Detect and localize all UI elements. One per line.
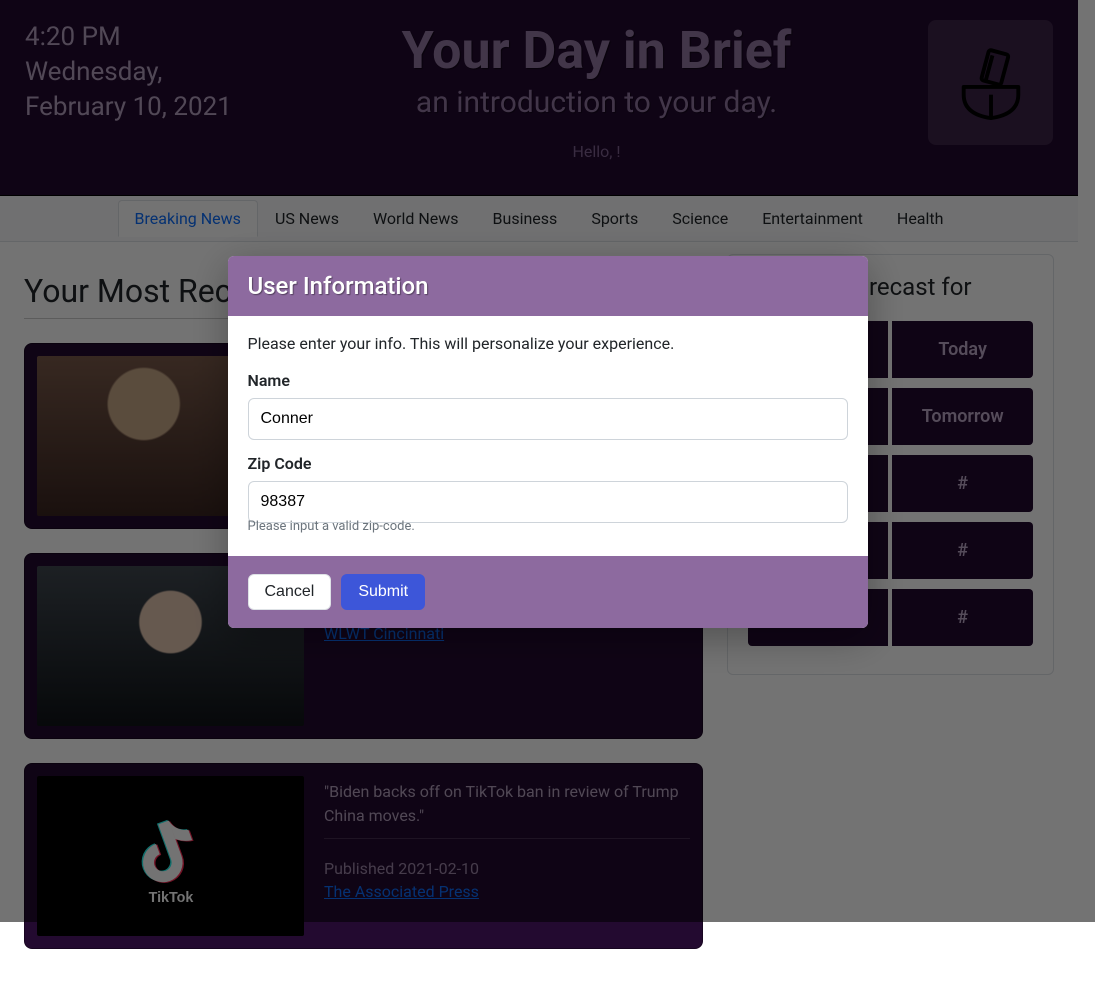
name-input[interactable] xyxy=(248,398,848,440)
modal-title: User Information xyxy=(228,256,868,316)
name-label: Name xyxy=(248,371,848,390)
user-info-modal: User Information Please enter your info.… xyxy=(228,256,868,628)
zip-label: Zip Code xyxy=(248,454,848,473)
modal-intro: Please enter your info. This will person… xyxy=(248,334,848,353)
cancel-button[interactable]: Cancel xyxy=(248,574,332,610)
zip-input[interactable] xyxy=(248,481,848,523)
submit-button[interactable]: Submit xyxy=(341,574,425,610)
modal-overlay[interactable]: User Information Please enter your info.… xyxy=(0,0,1095,922)
